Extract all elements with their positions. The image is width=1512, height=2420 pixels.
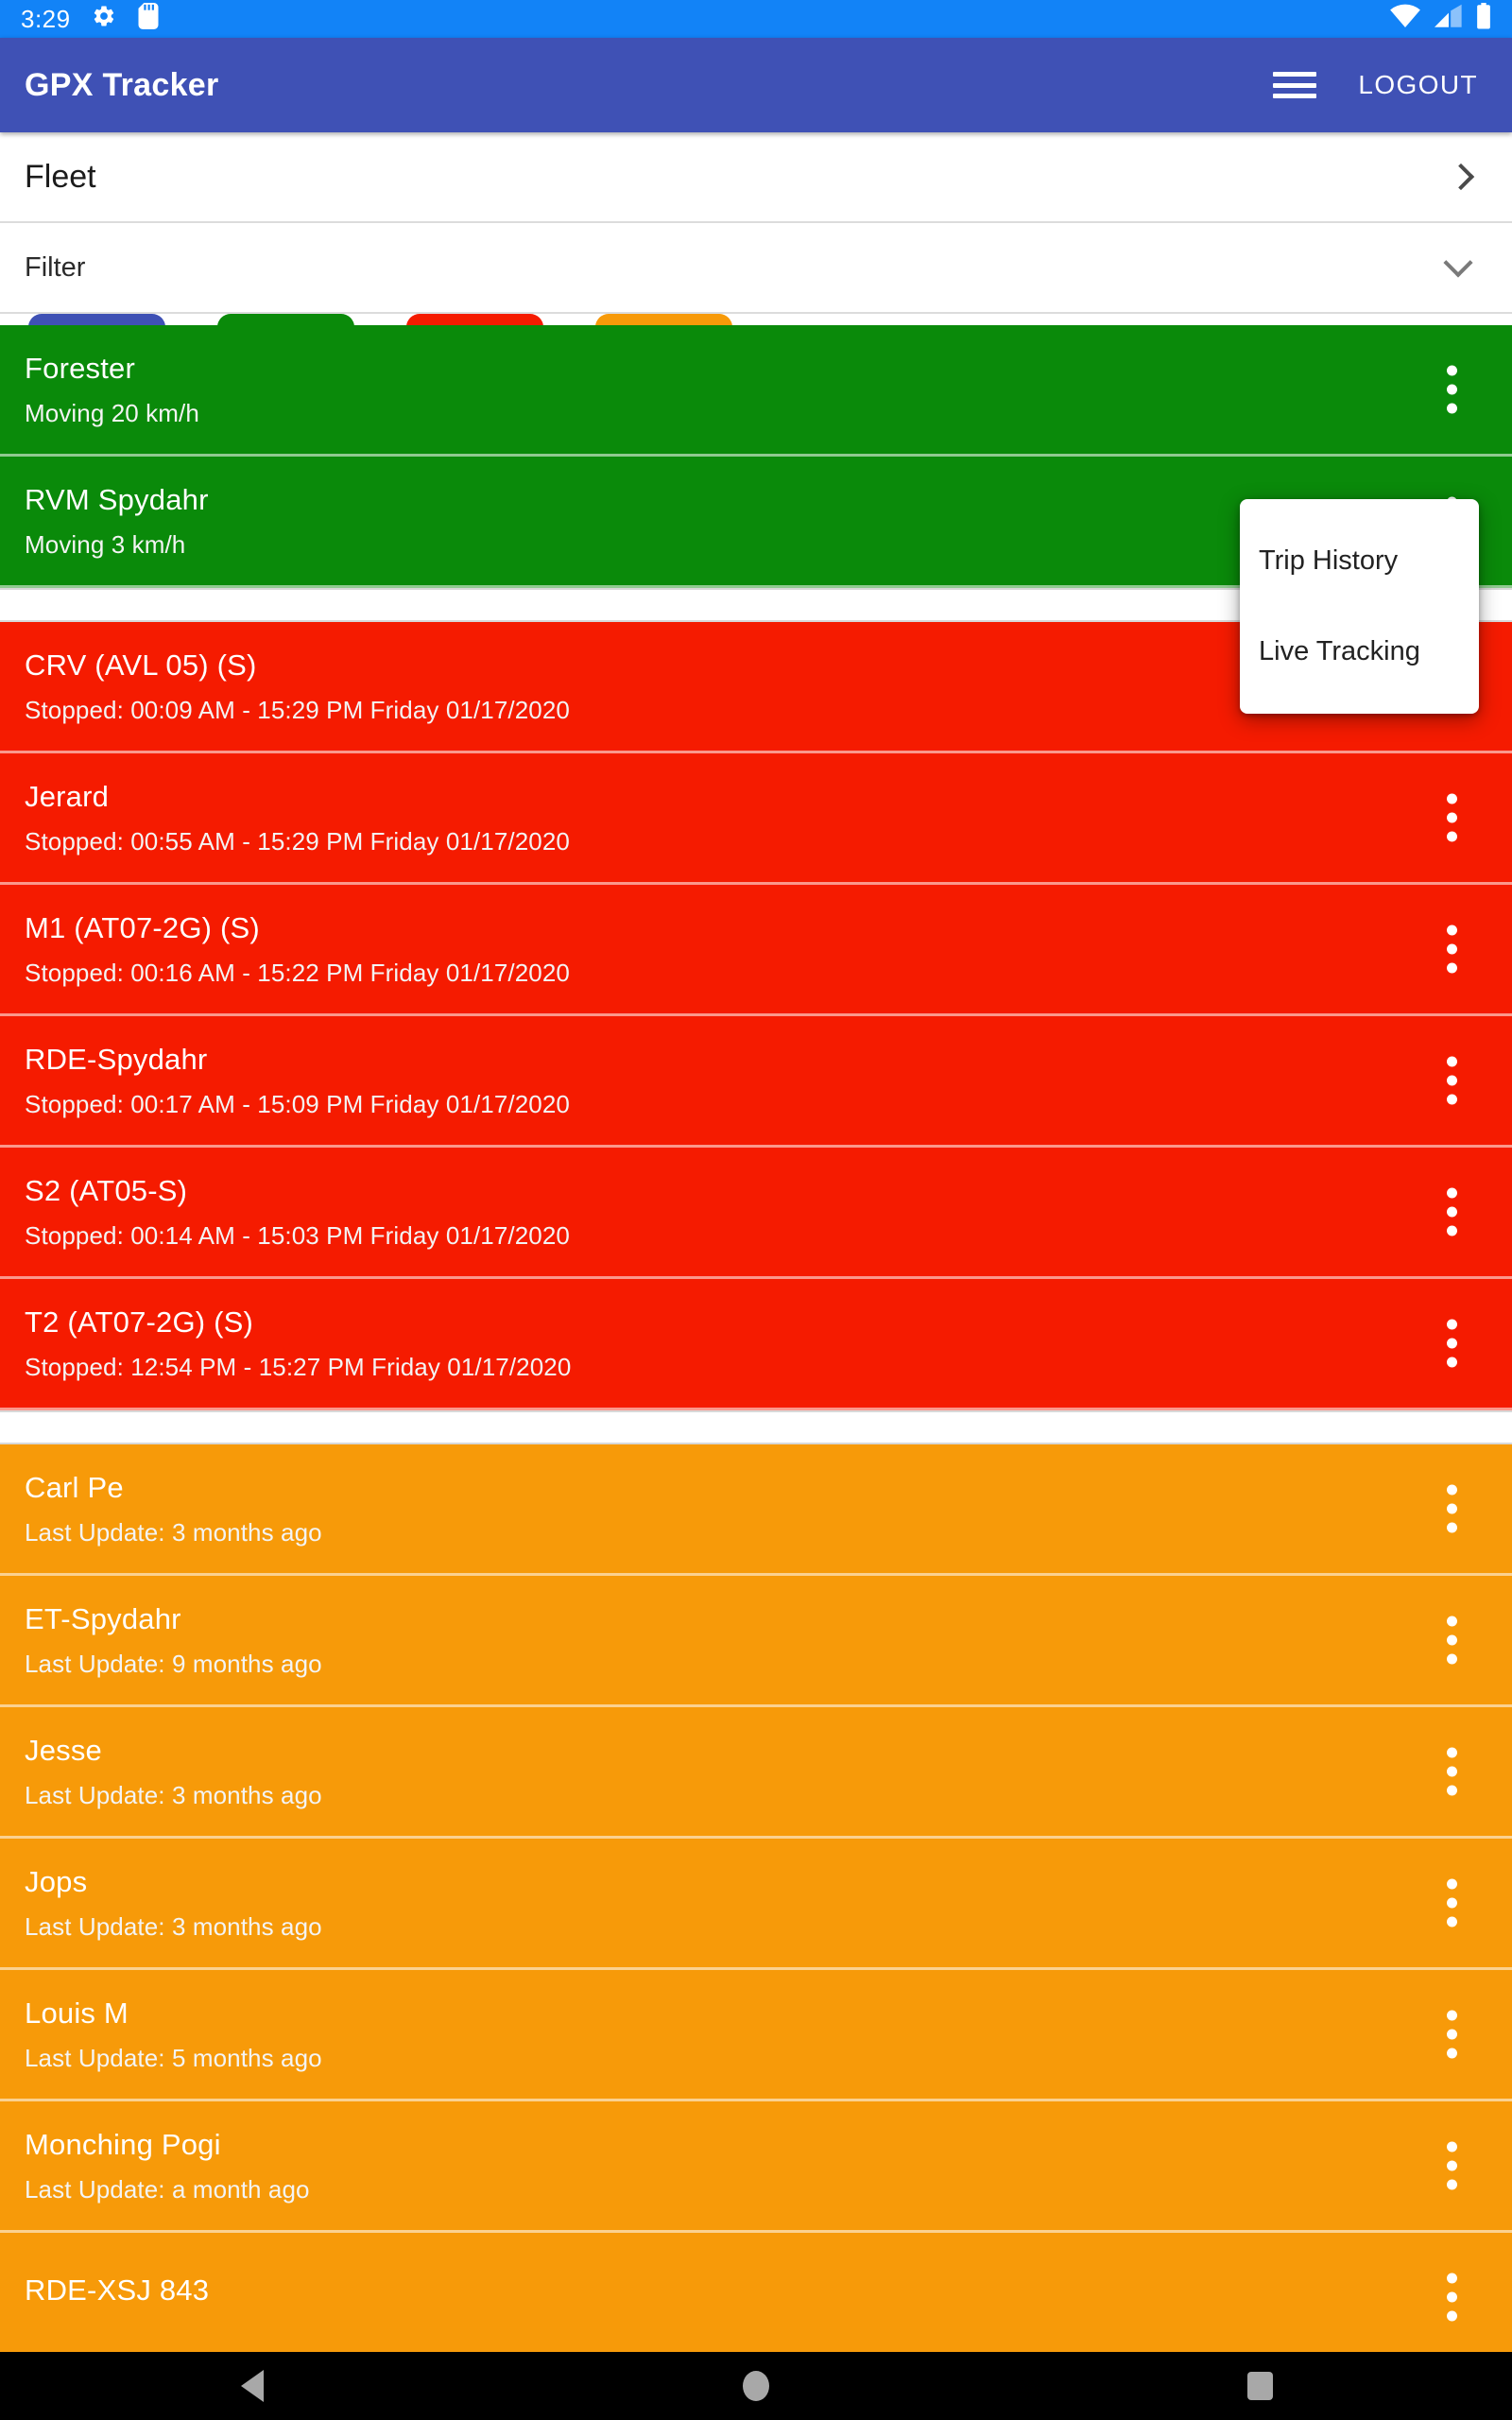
chevron-right-icon[interactable] bbox=[1447, 163, 1475, 191]
status-chip-all[interactable] bbox=[28, 314, 165, 325]
list-item-title: ET-Spydahr bbox=[25, 1601, 181, 1635]
menu-item-live-tracking[interactable]: Live Tracking bbox=[1240, 607, 1479, 698]
list-item[interactable]: Louis M Last Update: 5 months ago bbox=[0, 1970, 1512, 2101]
list-item[interactable]: RDE-Spydahr Stopped: 00:17 AM - 15:09 PM … bbox=[0, 1016, 1512, 1148]
list-item-title: Forester bbox=[25, 351, 136, 385]
overflow-menu-icon[interactable] bbox=[1434, 2133, 1470, 2200]
overflow-menu-icon[interactable] bbox=[1434, 356, 1470, 424]
status-chip-stopped[interactable] bbox=[406, 314, 543, 325]
list-item[interactable]: ET-Spydahr Last Update: 9 months ago bbox=[0, 1576, 1512, 1707]
list-item-subtitle: Stopped: 12:54 PM - 15:27 PM Friday 01/1… bbox=[25, 1352, 572, 1381]
overflow-menu-icon[interactable] bbox=[1434, 1607, 1470, 1674]
list-item-title: M1 (AT07-2G) (S) bbox=[25, 910, 260, 944]
menu-item-trip-history[interactable]: Trip History bbox=[1240, 516, 1479, 607]
status-clock: 3:29 bbox=[21, 5, 71, 33]
battery-icon bbox=[1476, 2, 1491, 36]
list-item-title: Jops bbox=[25, 1864, 88, 1898]
overflow-menu-icon[interactable] bbox=[1434, 1047, 1470, 1115]
overflow-menu-icon[interactable] bbox=[1434, 1870, 1470, 1937]
list-item[interactable]: Jesse Last Update: 3 months ago bbox=[0, 1707, 1512, 1839]
home-icon[interactable] bbox=[685, 2352, 827, 2420]
back-icon[interactable] bbox=[181, 2352, 323, 2420]
sd-card-icon bbox=[137, 2, 160, 36]
app-bar-actions: LOGOUT bbox=[1273, 62, 1487, 108]
cellular-signal-icon bbox=[1435, 4, 1463, 35]
overflow-menu-icon[interactable] bbox=[1434, 916, 1470, 983]
list-item-subtitle: Stopped: 00:55 AM - 15:29 PM Friday 01/1… bbox=[25, 826, 570, 856]
list-item[interactable]: Monching Pogi Last Update: a month ago bbox=[0, 2101, 1512, 2233]
list-item[interactable]: RDE-XSJ 843 bbox=[0, 2233, 1512, 2364]
chevron-down-icon[interactable] bbox=[1443, 248, 1473, 278]
overflow-menu-icon[interactable] bbox=[1434, 1476, 1470, 1543]
list-item-title: Jesse bbox=[25, 1733, 102, 1767]
overflow-menu-icon[interactable] bbox=[1434, 1310, 1470, 1377]
list-item[interactable]: Jerard Stopped: 00:55 AM - 15:29 PM Frida… bbox=[0, 753, 1512, 885]
list-group-separator bbox=[0, 1410, 1512, 1444]
filter-row[interactable]: Filter bbox=[0, 223, 1512, 314]
list-item-title: T2 (AT07-2G) (S) bbox=[25, 1305, 254, 1339]
status-bar: 3:29 bbox=[0, 0, 1512, 38]
app-bar: GPX Tracker LOGOUT bbox=[0, 38, 1512, 132]
list-item-subtitle: Moving 20 km/h bbox=[25, 398, 199, 427]
overflow-menu-icon[interactable] bbox=[1434, 785, 1470, 852]
context-menu-popup: Trip History Live Tracking bbox=[1240, 499, 1479, 714]
list-item-subtitle: Last Update: 3 months ago bbox=[25, 1911, 322, 1941]
overflow-menu-icon[interactable] bbox=[1434, 2001, 1470, 2068]
fleet-header[interactable]: Fleet bbox=[0, 132, 1512, 223]
overflow-menu-icon[interactable] bbox=[1434, 1179, 1470, 1246]
android-navigation-bar bbox=[0, 2352, 1512, 2420]
page-title: Fleet bbox=[25, 158, 96, 195]
list-item-subtitle: Stopped: 00:14 AM - 15:03 PM Friday 01/1… bbox=[25, 1220, 570, 1250]
list-item-title: RDE-Spydahr bbox=[25, 1042, 208, 1076]
list-item-subtitle: Stopped: 00:17 AM - 15:09 PM Friday 01/1… bbox=[25, 1089, 570, 1118]
gear-icon bbox=[92, 4, 116, 35]
list-item-title: Jerard bbox=[25, 779, 110, 813]
list-group-stopped: CRV (AVL 05) (S) Stopped: 00:09 AM - 15:2… bbox=[0, 622, 1512, 1410]
list-item[interactable]: Forester Moving 20 km/h bbox=[0, 325, 1512, 457]
list-item-title: Carl Pe bbox=[25, 1470, 124, 1504]
status-chip-idle[interactable] bbox=[595, 314, 732, 325]
list-item[interactable]: M1 (AT07-2G) (S) Stopped: 00:16 AM - 15:2… bbox=[0, 885, 1512, 1016]
status-chip-strip bbox=[0, 314, 1512, 325]
overflow-menu-icon[interactable] bbox=[1434, 2264, 1470, 2331]
recents-icon[interactable] bbox=[1189, 2352, 1331, 2420]
filter-label: Filter bbox=[25, 251, 86, 283]
list-item-title: Monching Pogi bbox=[25, 2127, 221, 2161]
overflow-menu-icon[interactable] bbox=[1434, 1738, 1470, 1806]
list-group-stale: Carl Pe Last Update: 3 months ago ET-Spyda… bbox=[0, 1444, 1512, 2364]
list-item-subtitle: Last Update: 3 months ago bbox=[25, 1780, 322, 1809]
status-bar-right bbox=[1389, 2, 1491, 36]
list-item-subtitle: Last Update: 3 months ago bbox=[25, 1517, 322, 1547]
list-item-subtitle: Last Update: 5 months ago bbox=[25, 2043, 322, 2072]
status-bar-left: 3:29 bbox=[21, 2, 160, 36]
status-chip-moving[interactable] bbox=[217, 314, 354, 325]
list-item-subtitle: Last Update: a month ago bbox=[25, 2174, 310, 2204]
list-item[interactable]: Carl Pe Last Update: 3 months ago bbox=[0, 1444, 1512, 1576]
list-item[interactable]: Jops Last Update: 3 months ago bbox=[0, 1839, 1512, 1970]
list-item[interactable]: T2 (AT07-2G) (S) Stopped: 12:54 PM - 15:2… bbox=[0, 1279, 1512, 1410]
list-item-subtitle: Last Update: 9 months ago bbox=[25, 1649, 322, 1678]
list-item[interactable]: S2 (AT05-S) Stopped: 00:14 AM - 15:03 PM … bbox=[0, 1148, 1512, 1279]
hamburger-menu-icon[interactable] bbox=[1273, 70, 1317, 100]
list-item-title: S2 (AT05-S) bbox=[25, 1173, 188, 1207]
list-item-title: RDE-XSJ 843 bbox=[25, 2273, 210, 2307]
wifi-icon bbox=[1389, 4, 1421, 35]
list-item-title: Louis M bbox=[25, 1996, 129, 2030]
app-title: GPX Tracker bbox=[25, 66, 219, 103]
list-item-subtitle: Stopped: 00:16 AM - 15:22 PM Friday 01/1… bbox=[25, 958, 570, 987]
logout-button[interactable]: LOGOUT bbox=[1349, 62, 1487, 108]
